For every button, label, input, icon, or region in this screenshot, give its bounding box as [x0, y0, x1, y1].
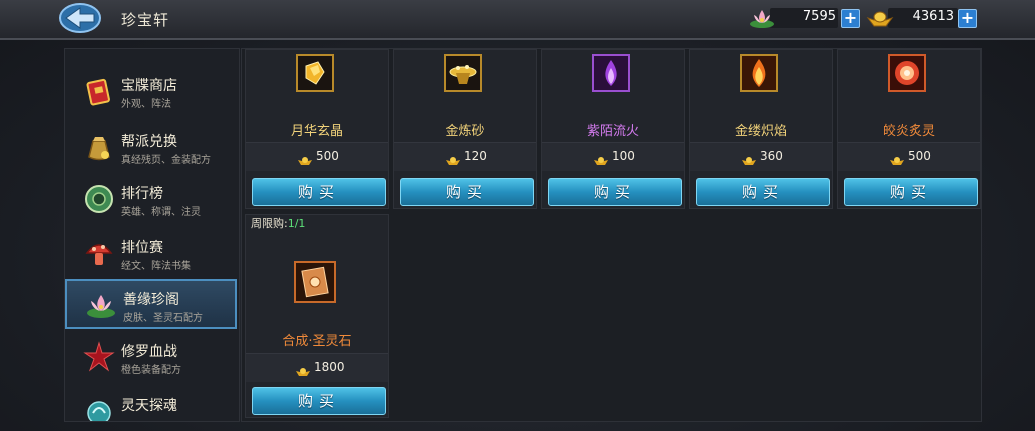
sidebar-item-baodie-shop[interactable]: 宝牒商店 外观、阵法 — [65, 67, 239, 119]
buy-button[interactable]: 购买 — [252, 387, 386, 415]
item-price: 1800 — [314, 360, 345, 374]
category-sidebar[interactable]: 宝牒商店 外观、阵法 帮派兑换 真经残页、金装配方 排行榜 英雄、称谓、注灵 排… — [64, 48, 240, 422]
item-price: 120 — [464, 149, 487, 163]
item-price: 500 — [316, 149, 339, 163]
item-name: 金炼砂 — [445, 124, 485, 139]
price-row: 500 — [246, 142, 388, 171]
orange-flame-icon — [740, 54, 778, 92]
lotus-pavilion-icon — [85, 289, 117, 321]
weekly-limit: 周限购:1/1 — [251, 217, 306, 230]
jade-disc-icon — [83, 183, 115, 215]
sidebar-item-ranked-match[interactable]: 排位赛 经文、阵法书集 — [65, 229, 239, 281]
item-name: 金缕炽焰 — [734, 124, 787, 139]
back-arrow-icon[interactable] — [58, 2, 104, 34]
item-name: 紫陌流火 — [586, 124, 639, 139]
price-row: 100 — [542, 142, 684, 171]
shop-card: 金炼砂 120 购买 — [393, 49, 537, 209]
add-lotus-coin-button[interactable]: + — [841, 9, 860, 28]
sidebar-item-shura-battle[interactable]: 修罗血战 橙色装备配方 — [65, 333, 239, 385]
price-row: 360 — [690, 142, 832, 171]
sidebar-item-lingtian-soul[interactable]: 灵天探魂 — [65, 387, 239, 421]
gold-ingot-icon — [296, 362, 310, 376]
page-title: 珍宝轩 — [121, 11, 170, 29]
buy-button[interactable]: 购买 — [696, 178, 830, 206]
sidebar-item-shanyuan-pavilion[interactable]: 善缘珍阁 皮肤、圣灵石配方 — [65, 279, 237, 329]
gold-ingot-icon — [890, 151, 904, 165]
shop-card: 皎炎炙灵 500 购买 — [837, 49, 981, 209]
buy-button[interactable]: 购买 — [548, 178, 682, 206]
shop-card: 紫陌流火 100 购买 — [541, 49, 685, 209]
red-flame-orb-icon — [888, 54, 926, 92]
gold-crystal-icon — [296, 54, 334, 92]
item-name: 皎炎炙灵 — [882, 124, 935, 139]
price-row: 1800 — [246, 353, 388, 382]
sacred-stone-scroll-icon — [294, 261, 336, 303]
currency-lotus: 7595 + — [748, 6, 860, 30]
gold-sand-icon — [444, 54, 482, 92]
item-price: 360 — [760, 149, 783, 163]
item-price: 500 — [908, 149, 931, 163]
buy-button[interactable]: 购买 — [400, 178, 534, 206]
price-row: 120 — [394, 142, 536, 171]
lotus-coin-value: 7595 — [802, 9, 836, 24]
shop-card: 周限购:1/1 合成·圣灵石 1800 购买 — [245, 214, 389, 418]
buy-button[interactable]: 购买 — [844, 178, 978, 206]
gold-ingot-icon — [298, 151, 312, 165]
price-row: 500 — [838, 142, 980, 171]
gold-ingot-icon — [594, 151, 608, 165]
currency-gold: 43613 + — [866, 6, 978, 30]
red-mushroom-icon — [83, 237, 115, 269]
sidebar-item-guild-exchange[interactable]: 帮派兑换 真经残页、金装配方 — [65, 123, 239, 175]
gold-ingot-icon — [742, 151, 756, 165]
top-bar: 珍宝轩 7595 + 43613 + — [0, 0, 1035, 40]
purple-flame-icon — [592, 54, 630, 92]
gold-ingot-icon — [446, 151, 460, 165]
sidebar-item-leaderboard[interactable]: 排行榜 英雄、称谓、注灵 — [65, 175, 239, 227]
red-scroll-icon — [83, 75, 115, 107]
shop-card: 月华玄晶 500 购买 — [245, 49, 389, 209]
shop-card: 金缕炽焰 360 购买 — [689, 49, 833, 209]
money-bag-icon — [83, 131, 115, 163]
crimson-star-icon — [83, 341, 115, 373]
gold-ingot-value: 43613 — [912, 9, 954, 24]
spirit-orb-icon — [83, 395, 115, 421]
item-name: 合成·圣灵石 — [282, 334, 352, 349]
shop-grid: 月华玄晶 500 购买 金炼砂 120 购买 紫陌流火 100 购买 金缕炽焰 … — [241, 48, 982, 422]
buy-button[interactable]: 购买 — [252, 178, 386, 206]
add-gold-ingot-button[interactable]: + — [958, 9, 977, 28]
item-price: 100 — [612, 149, 635, 163]
item-name: 月华玄晶 — [290, 124, 343, 139]
